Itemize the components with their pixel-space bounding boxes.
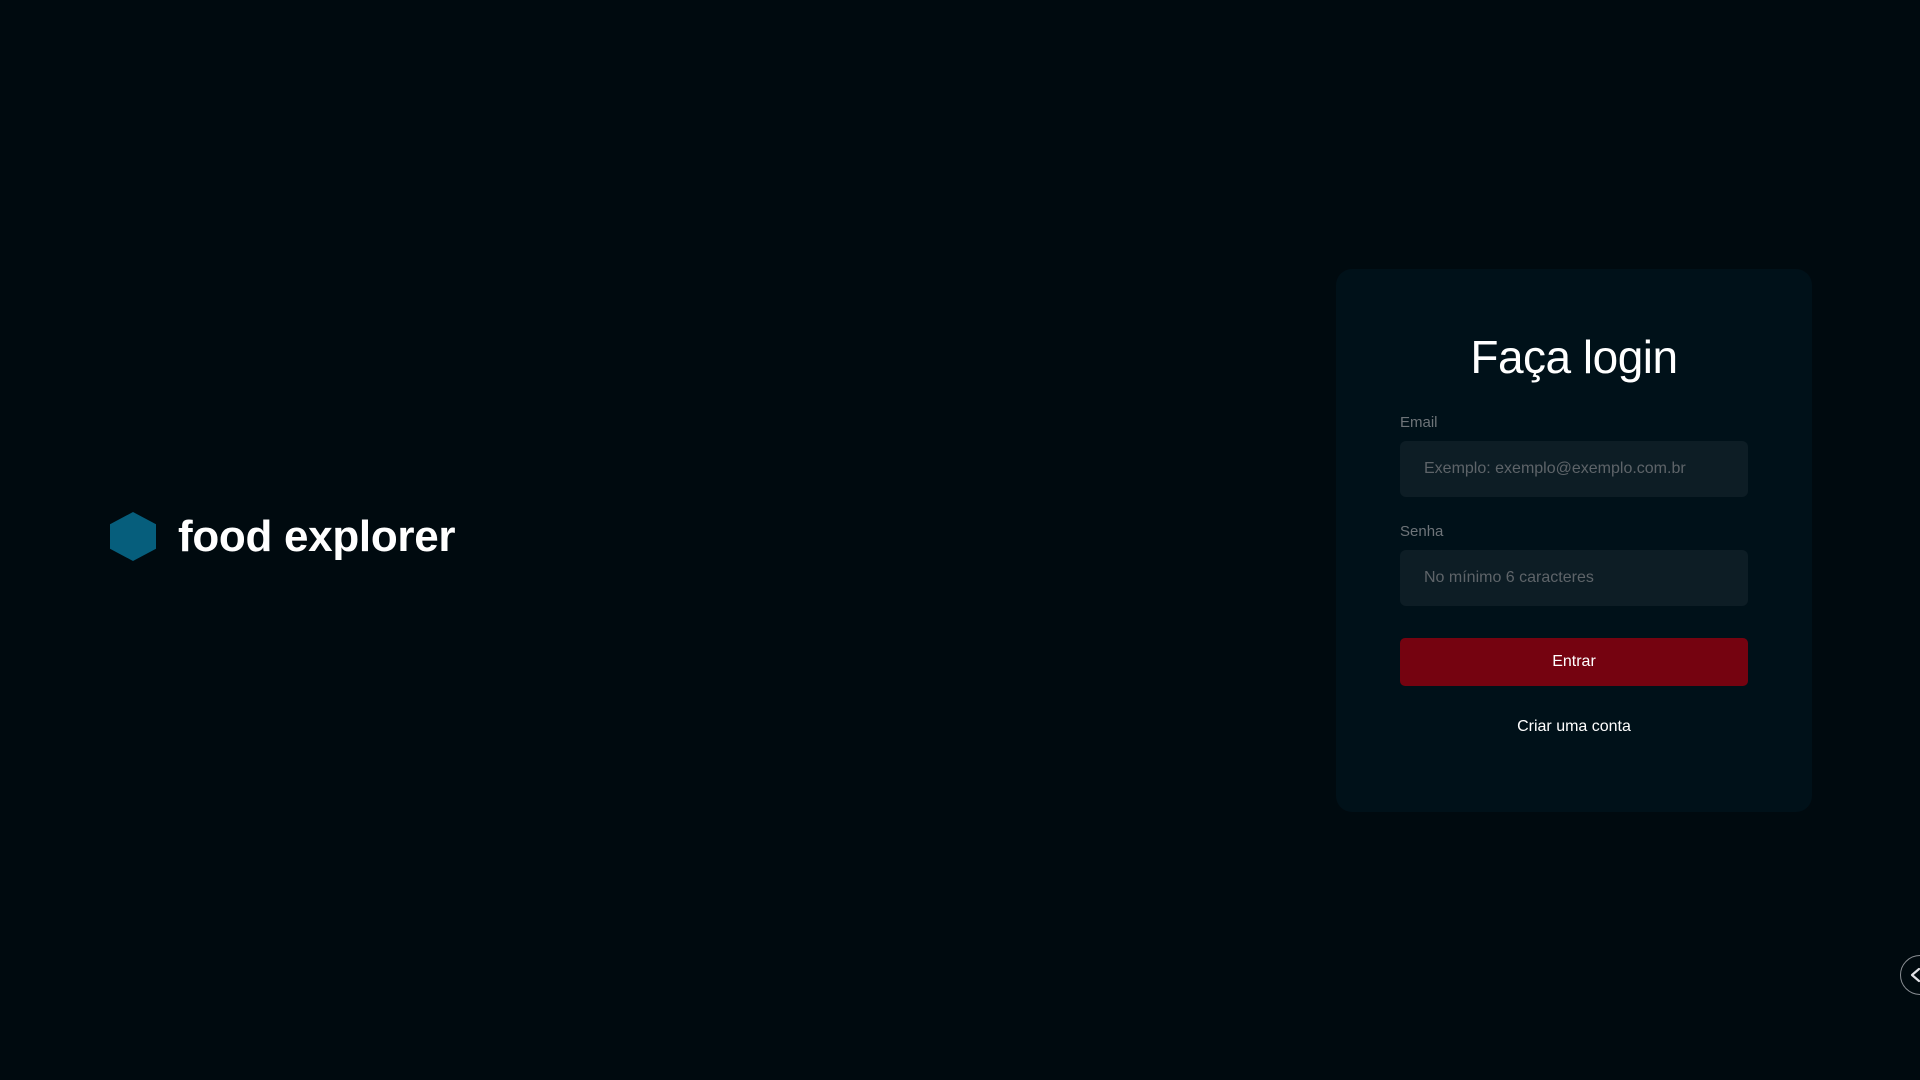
chevron-left-icon <box>1910 967 1920 983</box>
email-field-group: Email <box>1400 414 1748 497</box>
password-label: Senha <box>1400 522 1444 540</box>
brand-logo: food explorer <box>110 511 456 561</box>
password-field-group: Senha <box>1400 523 1748 606</box>
login-card: Faça login Email Senha Entrar Criar uma … <box>1336 269 1812 812</box>
create-account-link[interactable]: Criar uma conta <box>1400 718 1748 736</box>
login-page: food explorer Faça login Email Senha Ent… <box>0 0 1920 1080</box>
login-button[interactable]: Entrar <box>1400 637 1748 686</box>
collapse-handle[interactable] <box>1900 955 1920 995</box>
brand-name: food explorer <box>178 511 456 561</box>
password-field[interactable] <box>1400 549 1748 606</box>
email-field[interactable] <box>1400 440 1748 497</box>
email-label: Email <box>1400 413 1438 431</box>
page-title: Faça login <box>1470 331 1678 383</box>
hexagon-icon <box>110 512 156 561</box>
